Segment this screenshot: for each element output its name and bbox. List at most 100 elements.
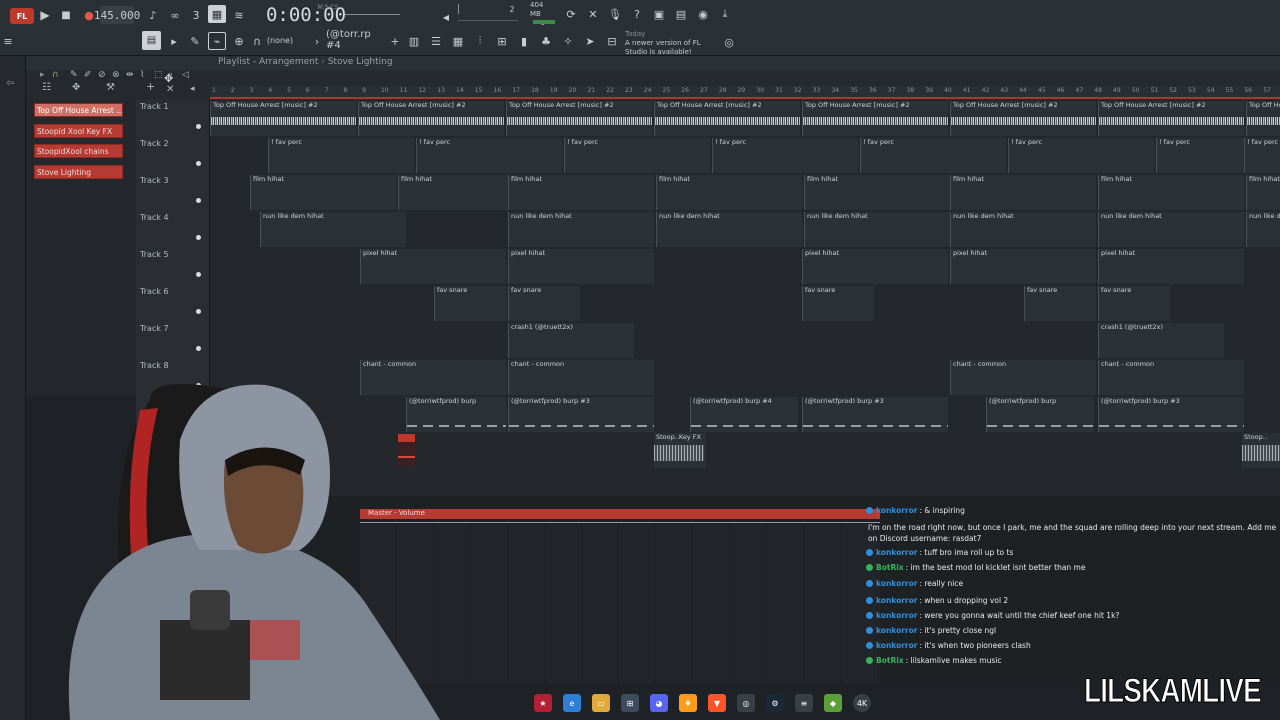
tool-icon[interactable]: ⚒ bbox=[106, 82, 115, 93]
pattern-clip[interactable]: nun like dem hihat bbox=[260, 212, 406, 247]
pattern-clip[interactable]: Top Off House Arrest [music] #2 bbox=[1246, 101, 1280, 136]
browser-icon[interactable]: ⊞ bbox=[493, 32, 511, 50]
magnet-snap-icon[interactable]: ∩ bbox=[52, 70, 59, 80]
pattern-clip[interactable]: Top Off House Arrest [music] #2 bbox=[358, 101, 504, 136]
master-volume-slider[interactable] bbox=[345, 14, 400, 15]
chat-username[interactable]: konkorror bbox=[876, 506, 917, 515]
pattern-clip[interactable]: pixel hihat bbox=[802, 249, 948, 284]
pattern-clip[interactable]: Top Off House Arrest [music] #2 bbox=[506, 101, 652, 136]
pattern-clip[interactable]: film hihat bbox=[804, 175, 950, 210]
mute-tool-icon[interactable]: ⊗ bbox=[112, 70, 120, 80]
scroll-left-icon[interactable]: ◂ bbox=[190, 84, 195, 94]
paint-tool-icon[interactable]: ✐ bbox=[84, 70, 92, 80]
pattern-clip[interactable]: fav snare bbox=[508, 286, 580, 321]
wait-input-icon[interactable]: ≋ bbox=[230, 6, 248, 24]
track-lane[interactable]: crash1 (@truett2x) crash1 (@truett2x) bbox=[210, 322, 1280, 359]
microphone-icon[interactable]: 🎙 bbox=[606, 5, 624, 23]
tempo-display[interactable]: 145.000 bbox=[94, 6, 140, 24]
chat-username[interactable]: BotRix bbox=[876, 563, 904, 572]
tempo-tapper-icon[interactable]: ➤ bbox=[581, 32, 599, 50]
delete-tool-icon[interactable]: ⊘ bbox=[98, 70, 106, 80]
globe-icon[interactable]: ◎ bbox=[720, 33, 738, 51]
chat-username[interactable]: konkorror bbox=[876, 626, 917, 635]
chat-username[interactable]: konkorror bbox=[876, 596, 917, 605]
track-header[interactable]: Track 7 bbox=[136, 322, 210, 359]
picker-item[interactable]: Top Off House Arrest ... bbox=[34, 103, 123, 117]
pattern-clip[interactable]: film hihat bbox=[950, 175, 1096, 210]
picker-item[interactable]: Stoopid Xool Key FX bbox=[34, 124, 123, 138]
audio-clip[interactable]: Stoop.. bbox=[1242, 433, 1280, 468]
pattern-clip[interactable]: chant - common bbox=[1098, 360, 1244, 395]
track-header[interactable]: Track 1 bbox=[136, 100, 210, 137]
plugin-icon[interactable]: ♣ bbox=[537, 32, 555, 50]
pattern-clip[interactable]: film hihat bbox=[1246, 175, 1280, 210]
touch-keyboard-icon[interactable]: ✧ bbox=[559, 32, 577, 50]
slip-tool-icon[interactable]: ⇹ bbox=[126, 70, 134, 80]
save-icon[interactable]: ▣ bbox=[650, 5, 668, 23]
master-pitch-slider[interactable] bbox=[458, 20, 518, 21]
update-notice[interactable]: Today A newer version of FL Studio is av… bbox=[625, 30, 725, 56]
track-lane[interactable]: pixel hihat pixel hihat pixel hihat pixel h… bbox=[210, 248, 1280, 285]
pattern-clip[interactable]: (@torriwtfprod) burp #4 bbox=[690, 397, 798, 432]
blend-notes-icon[interactable]: ▦ bbox=[208, 5, 226, 23]
pattern-selector[interactable]: (@torr.rp #4 bbox=[326, 29, 384, 51]
folder-icon[interactable]: ▭ bbox=[592, 694, 610, 712]
pencil-icon[interactable]: ✎ bbox=[186, 32, 204, 50]
pattern-clip[interactable]: film hihat bbox=[508, 175, 654, 210]
playback-tool-icon[interactable]: ◁ bbox=[182, 70, 189, 80]
stamp-icon[interactable]: ⊕ bbox=[230, 32, 248, 50]
chat-username[interactable]: BotRix bbox=[876, 656, 904, 665]
picker-list-icon[interactable]: ☷ bbox=[42, 82, 51, 93]
pattern-clip[interactable]: pixel hihat bbox=[1098, 249, 1244, 284]
pattern-clip[interactable]: (@torriwtfprod) burp #3 bbox=[1098, 397, 1244, 432]
close-playlist-icon[interactable]: ✕ bbox=[166, 84, 174, 95]
volume-knob-icon[interactable]: ◀ bbox=[442, 13, 450, 22]
pattern-clip[interactable]: fav snare bbox=[802, 286, 874, 321]
pattern-clip[interactable]: Top Off House Arrest [music] #2 bbox=[1098, 101, 1244, 136]
slice-tool-icon[interactable]: ⌇ bbox=[140, 70, 144, 80]
browser-menu-icon[interactable]: ≡ bbox=[2, 32, 14, 50]
pattern-clip[interactable]: Top Off House Arrest [music] #2 bbox=[950, 101, 1096, 136]
metronome-icon[interactable]: ♪ bbox=[144, 6, 162, 24]
add-pattern-icon[interactable]: + bbox=[386, 32, 404, 50]
pattern-clip[interactable]: nun like dem hihat bbox=[804, 212, 950, 247]
4k-icon[interactable]: 4K bbox=[853, 694, 871, 712]
pattern-clip[interactable]: film hihat bbox=[250, 175, 396, 210]
store-icon[interactable]: ⊞ bbox=[621, 694, 639, 712]
track-header[interactable]: Track 3 bbox=[136, 174, 210, 211]
piano-roll-icon[interactable]: ☰ bbox=[427, 32, 445, 50]
chat-username[interactable]: konkorror bbox=[876, 641, 917, 650]
track-lane[interactable]: nun like dem hihat nun like dem hihat nun … bbox=[210, 211, 1280, 248]
plugin-picker-icon[interactable]: ▮ bbox=[515, 32, 533, 50]
pattern-clip[interactable]: (@torriwtfprod) burp bbox=[986, 397, 1094, 432]
track-mute-led[interactable] bbox=[196, 161, 201, 166]
track-header[interactable]: Track 5 bbox=[136, 248, 210, 285]
edge-icon[interactable]: e bbox=[563, 694, 581, 712]
pattern-clip[interactable]: pixel hihat bbox=[950, 249, 1096, 284]
pattern-clip[interactable]: chant - common bbox=[950, 360, 1096, 395]
fl-logo[interactable]: FL bbox=[10, 8, 34, 24]
pattern-clip[interactable]: Top Off House Arrest [music] #2 bbox=[802, 101, 948, 136]
add-track-icon[interactable]: + bbox=[146, 80, 155, 93]
track-lane[interactable]: ! fav perc ! fav perc ! fav perc ! fav perc… bbox=[210, 137, 1280, 174]
chrome-icon[interactable]: ◎ bbox=[737, 694, 755, 712]
playlist-titlebar[interactable] bbox=[26, 56, 1280, 70]
audio-clip[interactable]: Stoop..Key FX bbox=[654, 433, 706, 468]
picker-item[interactable]: Stove Lighting bbox=[34, 165, 123, 179]
pattern-clip[interactable]: Top Off House Arrest [music] #2 bbox=[654, 101, 800, 136]
fl-studio-icon[interactable]: ♦ bbox=[679, 694, 697, 712]
select-tool-icon[interactable]: ⬚ bbox=[154, 70, 163, 80]
project-browser-icon[interactable]: ⊟ bbox=[603, 32, 621, 50]
track-header[interactable]: Track 4 bbox=[136, 211, 210, 248]
flag-icon[interactable]: ★ bbox=[534, 694, 552, 712]
pattern-clip[interactable]: ! fav perc bbox=[712, 138, 858, 173]
download-icon[interactable]: ⤓ bbox=[716, 5, 734, 23]
pattern-clip[interactable]: ! fav perc bbox=[1008, 138, 1154, 173]
track-header[interactable]: Track 2 bbox=[136, 137, 210, 174]
track-lane[interactable]: film hihat film hihat film hihat film hihat… bbox=[210, 174, 1280, 211]
pattern-clip[interactable]: (@torriwtfprod) burp #3 bbox=[508, 397, 654, 432]
playlist-arrow-icon[interactable]: ▸ bbox=[40, 70, 45, 80]
pattern-clip[interactable]: ! fav perc bbox=[416, 138, 562, 173]
link-icon[interactable]: ⌁ bbox=[208, 32, 226, 50]
loop-icon[interactable]: ∞ bbox=[166, 6, 184, 24]
